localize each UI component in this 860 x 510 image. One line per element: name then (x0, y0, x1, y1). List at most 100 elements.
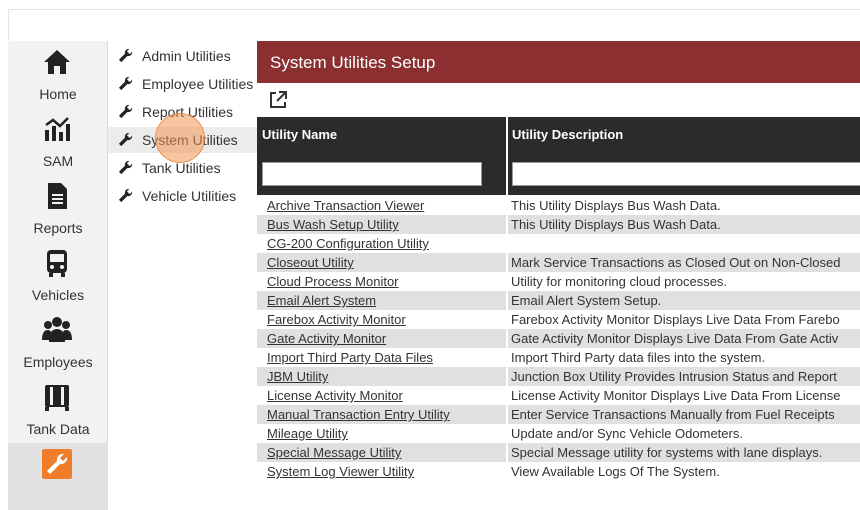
column-divider (506, 424, 508, 443)
nav-sam[interactable]: SAM (8, 108, 108, 175)
table-row: Import Third Party Data Files Import Thir… (257, 348, 860, 367)
wrench-icon (118, 160, 133, 175)
wrench-icon (118, 188, 133, 203)
utility-name-link[interactable]: System Log Viewer Utility (267, 464, 414, 479)
column-divider (506, 151, 508, 195)
column-divider (506, 272, 508, 291)
utility-description: Special Message utility for systems with… (511, 445, 823, 460)
table-row: Special Message Utility Special Message u… (257, 443, 860, 462)
utility-name-link[interactable]: Email Alert System (267, 293, 376, 308)
utility-description: Junction Box Utility Provides Intrusion … (511, 369, 837, 384)
utility-name-link[interactable]: Cloud Process Monitor (267, 274, 399, 289)
column-divider (506, 367, 508, 386)
submenu-vehicle-utilities[interactable]: Vehicle Utilities (108, 183, 257, 209)
document-icon (48, 183, 67, 209)
utility-name-link[interactable]: Import Third Party Data Files (267, 350, 433, 365)
column-divider (506, 405, 508, 424)
utility-description-filter-input[interactable] (512, 162, 860, 186)
column-divider (506, 234, 508, 253)
submenu-system-utilities[interactable]: System Utilities (108, 127, 257, 153)
nav-reports[interactable]: Reports (8, 175, 108, 242)
filter-row (257, 151, 860, 195)
table-row: Manual Transaction Entry Utility Enter Se… (257, 405, 860, 424)
column-divider (506, 310, 508, 329)
page-title: System Utilities Setup (270, 53, 436, 72)
table-row: JBM Utility Junction Box Utility Provides… (257, 367, 860, 386)
nav-utilities[interactable] (8, 443, 108, 510)
utility-name-link[interactable]: Manual Transaction Entry Utility (267, 407, 450, 422)
submenu-system-utilities-label: System Utilities (142, 132, 238, 148)
submenu-employee-utilities-label: Employee Utilities (142, 76, 254, 92)
utility-description: Farebox Activity Monitor Displays Live D… (511, 312, 840, 327)
utility-name-link[interactable]: Bus Wash Setup Utility (267, 217, 399, 232)
utility-name-link[interactable]: CG-200 Configuration Utility (267, 236, 429, 251)
utility-description: This Utility Displays Bus Wash Data. (511, 217, 721, 232)
utilities-submenu: Admin Utilities Employee Utilities Repor… (108, 41, 257, 479)
utility-name-filter-input[interactable] (262, 162, 482, 186)
column-divider (506, 386, 508, 405)
utility-description: License Activity Monitor Displays Live D… (511, 388, 841, 403)
table-row: Cloud Process Monitor Utility for monitor… (257, 272, 860, 291)
column-divider (506, 291, 508, 310)
wrench-icon (42, 449, 72, 479)
submenu-tank-utilities[interactable]: Tank Utilities (108, 155, 257, 181)
chart-icon (45, 117, 70, 141)
nav-tank-data-label: Tank Data (26, 421, 90, 437)
external-link-icon[interactable] (268, 90, 288, 110)
table-row: License Activity Monitor License Activity… (257, 386, 860, 405)
column-divider (506, 329, 508, 348)
wrench-icon (118, 48, 133, 63)
utility-description: Utility for monitoring cloud processes. (511, 274, 728, 289)
utility-name-link[interactable]: Closeout Utility (267, 255, 354, 270)
column-header-utility-description[interactable]: Utility Description (512, 127, 623, 142)
utility-name-link[interactable]: License Activity Monitor (267, 388, 403, 403)
table-row: Bus Wash Setup Utility This Utility Displ… (257, 215, 860, 234)
wrench-icon (118, 104, 133, 119)
column-divider (506, 196, 508, 215)
nav-employees[interactable]: Employees (8, 309, 108, 376)
table-row: Closeout Utility Mark Service Transaction… (257, 253, 860, 272)
nav-home-label: Home (39, 86, 77, 102)
nav-vehicles[interactable]: Vehicles (8, 242, 108, 309)
utility-name-link[interactable]: Mileage Utility (267, 426, 348, 441)
utility-description: View Available Logs Of The System. (511, 464, 720, 479)
submenu-report-utilities[interactable]: Report Utilities (108, 99, 257, 125)
utility-name-link[interactable]: JBM Utility (267, 369, 328, 384)
utilities-panel: System Utilities Setup Utility Name Util… (257, 41, 860, 479)
utility-description: Import Third Party data files into the s… (511, 350, 766, 365)
nav-tank-data[interactable]: Tank Data (8, 376, 108, 443)
nav-vehicles-label: Vehicles (31, 287, 85, 303)
utility-description: Update and/or Sync Vehicle Odometers. (511, 426, 743, 441)
nav-employees-label: Employees (23, 354, 93, 370)
column-header-utility-name[interactable]: Utility Name (262, 127, 337, 142)
submenu-vehicle-utilities-label: Vehicle Utilities (142, 188, 237, 204)
home-icon (44, 50, 70, 74)
utility-name-link[interactable]: Special Message Utility (267, 445, 401, 460)
wrench-icon (118, 132, 133, 147)
utility-name-link[interactable]: Archive Transaction Viewer (267, 198, 424, 213)
utility-description: Enter Service Transactions Manually from… (511, 407, 835, 422)
table-row: Farebox Activity Monitor Farebox Activity… (257, 310, 860, 329)
column-divider (506, 253, 508, 272)
column-divider (506, 117, 508, 151)
utility-description: Mark Service Transactions as Closed Out … (511, 255, 841, 270)
column-divider (506, 462, 508, 479)
utility-name-link[interactable]: Gate Activity Monitor (267, 331, 386, 346)
nav-reports-label: Reports (33, 220, 83, 236)
submenu-admin-utilities-label: Admin Utilities (142, 48, 231, 64)
utility-description: Gate Activity Monitor Displays Live Data… (511, 331, 839, 346)
submenu-admin-utilities[interactable]: Admin Utilities (108, 43, 257, 69)
table-row: CG-200 Configuration Utility (257, 234, 860, 253)
nav-home[interactable]: Home (8, 41, 108, 108)
wrench-icon (118, 76, 133, 91)
panel-header: System Utilities Setup (257, 41, 860, 83)
submenu-employee-utilities[interactable]: Employee Utilities (108, 71, 257, 97)
table-row: Email Alert System Email Alert System Set… (257, 291, 860, 310)
submenu-tank-utilities-label: Tank Utilities (142, 160, 221, 176)
bus-icon (47, 250, 67, 277)
submenu-report-utilities-label: Report Utilities (142, 104, 234, 120)
table-row: Mileage Utility Update and/or Sync Vehicl… (257, 424, 860, 443)
top-bar (8, 9, 860, 42)
utility-name-link[interactable]: Farebox Activity Monitor (267, 312, 406, 327)
table-row: Archive Transaction Viewer This Utility D… (257, 196, 860, 215)
